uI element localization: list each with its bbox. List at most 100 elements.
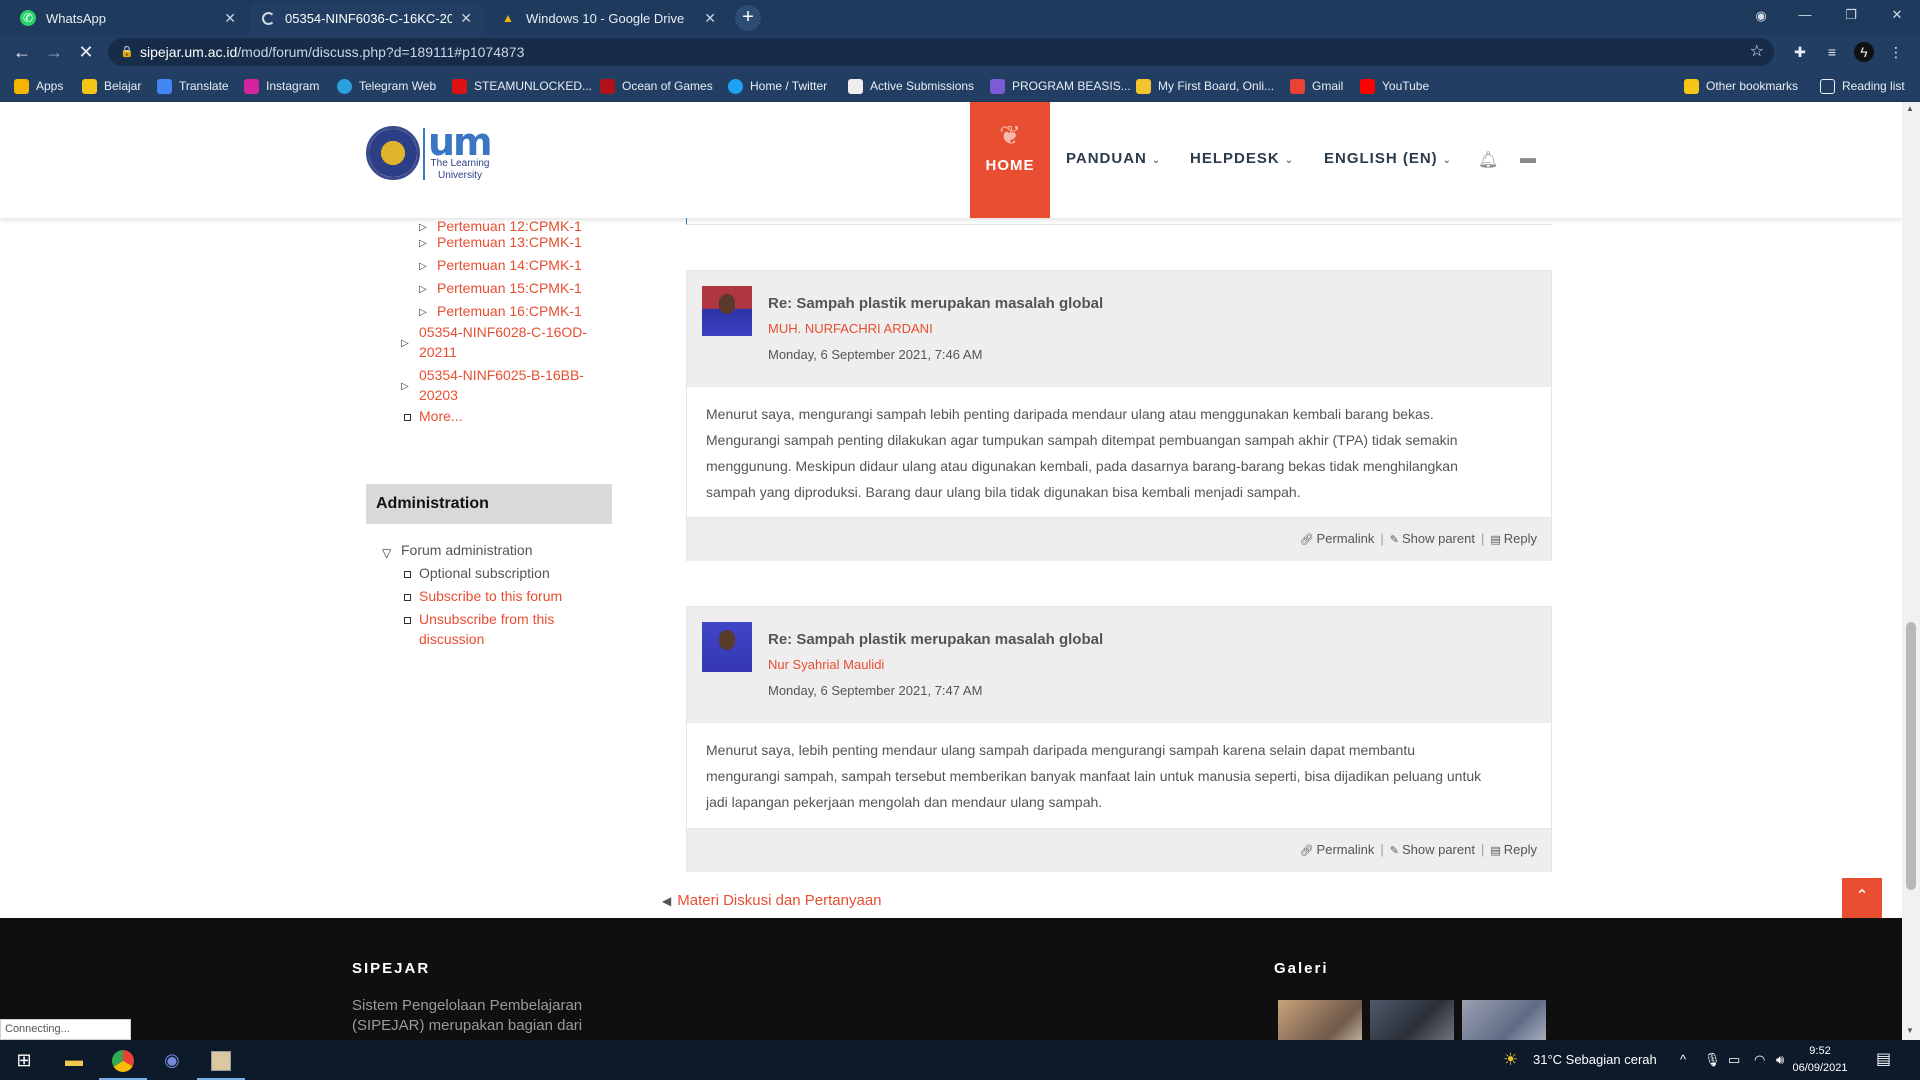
show-parent-link[interactable]: Show parent bbox=[1402, 531, 1475, 546]
collapse-triangle-icon[interactable]: ▽ bbox=[382, 546, 391, 560]
bookmark-telegram[interactable]: Telegram Web bbox=[337, 77, 436, 95]
subscribe-forum-link[interactable]: Subscribe to this forum bbox=[419, 586, 562, 606]
profile-avatar-icon[interactable]: ϟ bbox=[1854, 42, 1874, 62]
notification-bell-icon[interactable]: 🔔︎ bbox=[1478, 150, 1498, 170]
sidebar-item-pertemuan-13[interactable]: Pertemuan 13:CPMK-1 bbox=[437, 232, 582, 252]
nav-language[interactable]: ENGLISH (EN) ⌄ bbox=[1324, 150, 1452, 167]
bookmark-apps[interactable]: Apps bbox=[14, 77, 63, 95]
permalink-link[interactable]: Permalink bbox=[1317, 531, 1375, 546]
bookmark-youtube[interactable]: YouTube bbox=[1360, 77, 1429, 95]
close-icon[interactable]: ✕ bbox=[460, 10, 472, 27]
weather-icon[interactable]: ☀ bbox=[1503, 1040, 1518, 1080]
back-to-top-button[interactable]: ⌃ bbox=[1842, 878, 1882, 918]
gallery-thumbnail[interactable] bbox=[1462, 1000, 1546, 1040]
university-seal-logo[interactable] bbox=[366, 126, 420, 180]
weather-text[interactable]: 31°C Sebagian cerah bbox=[1533, 1040, 1657, 1080]
expand-triangle-icon[interactable]: ▷ bbox=[401, 338, 409, 349]
sidebar-item-pertemuan-15[interactable]: Pertemuan 15:CPMK-1 bbox=[437, 278, 582, 298]
link-line: discussion bbox=[419, 631, 485, 647]
nav-helpdesk[interactable]: HELPDESK ⌄ bbox=[1190, 150, 1294, 167]
bookmark-reading-list[interactable]: Reading list bbox=[1820, 77, 1905, 95]
close-window-button[interactable]: ✕ bbox=[1874, 0, 1920, 30]
expand-triangle-icon[interactable]: ▷ bbox=[419, 261, 427, 272]
sidebar-item-pertemuan-16[interactable]: Pertemuan 16:CPMK-1 bbox=[437, 301, 582, 321]
permalink-link[interactable]: Permalink bbox=[1317, 842, 1375, 857]
windows-start-icon[interactable]: ⊞ bbox=[0, 1040, 48, 1080]
previous-discussion-link[interactable]: ◀ Materi Diskusi dan Pertanyaan bbox=[662, 892, 882, 909]
tab-title: WhatsApp bbox=[46, 10, 106, 26]
scroll-down-arrow-icon[interactable]: ▼ bbox=[1906, 1026, 1914, 1035]
post-author-link[interactable]: Nur Syahrial Maulidi bbox=[768, 657, 884, 672]
close-icon[interactable]: ✕ bbox=[224, 10, 236, 27]
microphone-icon[interactable]: 🎙︎ bbox=[1704, 1040, 1721, 1080]
media-control-icon[interactable]: ≡ bbox=[1822, 42, 1842, 62]
extensions-icon[interactable]: ✚ bbox=[1790, 42, 1810, 62]
bookmark-gmail[interactable]: Gmail bbox=[1290, 77, 1343, 95]
gallery-thumbnail[interactable] bbox=[1278, 1000, 1362, 1040]
avatar[interactable] bbox=[702, 622, 752, 672]
reply-link[interactable]: Reply bbox=[1504, 842, 1537, 857]
tab-course-forum[interactable]: 05354-NINF6036-C-16KC-20211: ✕ bbox=[250, 2, 484, 34]
expand-triangle-icon[interactable]: ▷ bbox=[419, 222, 427, 233]
back-arrow-icon[interactable]: ← bbox=[10, 41, 34, 65]
bookmark-active-submissions[interactable]: Active Submissions bbox=[848, 77, 974, 95]
chevron-down-icon: ⌄ bbox=[1151, 155, 1162, 166]
expand-triangle-icon[interactable]: ▷ bbox=[419, 307, 427, 318]
bookmark-my-first-board[interactable]: My First Board, Onli... bbox=[1136, 77, 1274, 95]
address-bar[interactable]: 🔒 sipejar.um.ac.id/mod/forum/discuss.php… bbox=[108, 38, 1774, 66]
bookmark-ocean-of-games[interactable]: Ocean of Games bbox=[600, 77, 713, 95]
bookmark-label: Other bookmarks bbox=[1706, 79, 1799, 93]
nav-panduan[interactable]: PANDUAN ⌄ bbox=[1066, 150, 1161, 167]
nav-home[interactable]: ❦ HOME bbox=[970, 102, 1050, 218]
sidebar-course-ninf6025[interactable]: 05354-NINF6025-B-16BB- 20203 bbox=[419, 365, 584, 405]
expand-triangle-icon[interactable]: ▷ bbox=[419, 238, 427, 249]
gallery-thumbnail[interactable] bbox=[1370, 1000, 1454, 1040]
post-author-link[interactable]: MUH. NURFACHRI ARDANI bbox=[768, 321, 933, 336]
bookmark-other[interactable]: Other bookmarks bbox=[1684, 77, 1798, 95]
folder-icon bbox=[82, 78, 97, 94]
show-parent-link[interactable]: Show parent bbox=[1402, 842, 1475, 857]
bookmark-translate[interactable]: Translate bbox=[157, 77, 229, 95]
discord-icon[interactable]: ◉ bbox=[148, 1040, 196, 1080]
stop-loading-icon[interactable]: ✕ bbox=[74, 41, 98, 65]
close-icon[interactable]: ✕ bbox=[704, 10, 716, 27]
reply-link[interactable]: Reply bbox=[1504, 531, 1537, 546]
sidebar-more-link[interactable]: More... bbox=[419, 406, 463, 426]
expand-triangle-icon[interactable]: ▷ bbox=[419, 284, 427, 295]
volume-icon[interactable]: 🔊︎ bbox=[1776, 1040, 1784, 1080]
bookmark-steamunlocked[interactable]: STEAMUNLOCKED... bbox=[452, 77, 592, 95]
minimize-button[interactable]: — bbox=[1782, 0, 1828, 30]
scrollbar-thumb[interactable] bbox=[1906, 622, 1916, 890]
page-scrollbar[interactable]: ▲ ▼ bbox=[1902, 102, 1920, 1040]
bookmark-star-icon[interactable]: ☆ bbox=[1750, 38, 1764, 66]
unsubscribe-discussion-link[interactable]: Unsubscribe from this discussion bbox=[419, 609, 554, 649]
wifi-icon[interactable]: ◠ bbox=[1754, 1040, 1765, 1080]
bookmark-label: Reading list bbox=[1842, 79, 1905, 93]
new-tab-button[interactable]: + bbox=[735, 5, 761, 31]
scroll-up-arrow-icon[interactable]: ▲ bbox=[1906, 104, 1914, 113]
forum-administration[interactable]: Forum administration bbox=[401, 542, 533, 558]
tab-google-drive[interactable]: ▲ Windows 10 - Google Drive ✕ bbox=[488, 2, 728, 34]
battery-icon[interactable]: ▭ bbox=[1728, 1040, 1740, 1080]
notifications-icon[interactable]: ▤ bbox=[1876, 1040, 1891, 1080]
file-explorer-icon[interactable]: ▬ bbox=[50, 1040, 98, 1080]
restore-button[interactable]: ❐ bbox=[1828, 0, 1874, 30]
bookmark-twitter[interactable]: Home / Twitter bbox=[728, 77, 827, 95]
bookmark-belajar[interactable]: Belajar bbox=[82, 77, 141, 95]
sidebar-course-ninf6028[interactable]: 05354-NINF6028-C-16OD- 20211 bbox=[419, 322, 587, 362]
sidebar-item-pertemuan-14[interactable]: Pertemuan 14:CPMK-1 bbox=[437, 255, 582, 275]
chevron-up-icon[interactable]: ^ bbox=[1680, 1040, 1686, 1080]
forward-arrow-icon[interactable]: → bbox=[42, 41, 66, 65]
bookmark-instagram[interactable]: Instagram bbox=[244, 77, 319, 95]
chrome-icon[interactable] bbox=[99, 1040, 147, 1080]
folder-icon bbox=[1684, 78, 1699, 94]
tab-whatsapp[interactable]: ✆ WhatsApp ✕ bbox=[8, 2, 248, 34]
avatar[interactable] bbox=[702, 286, 752, 336]
profile-menu-icon[interactable]: ◉ bbox=[1738, 1, 1784, 31]
expand-triangle-icon[interactable]: ▷ bbox=[401, 381, 409, 392]
bookmark-program-beasiswa[interactable]: PROGRAM BEASIS... bbox=[990, 77, 1131, 95]
clock[interactable]: 9:52 06/09/2021 bbox=[1791, 1043, 1849, 1077]
kebab-menu-icon[interactable]: ⋮ bbox=[1886, 42, 1906, 62]
messages-icon[interactable]: ▬ bbox=[1520, 150, 1536, 168]
app-window-icon[interactable] bbox=[197, 1040, 245, 1080]
